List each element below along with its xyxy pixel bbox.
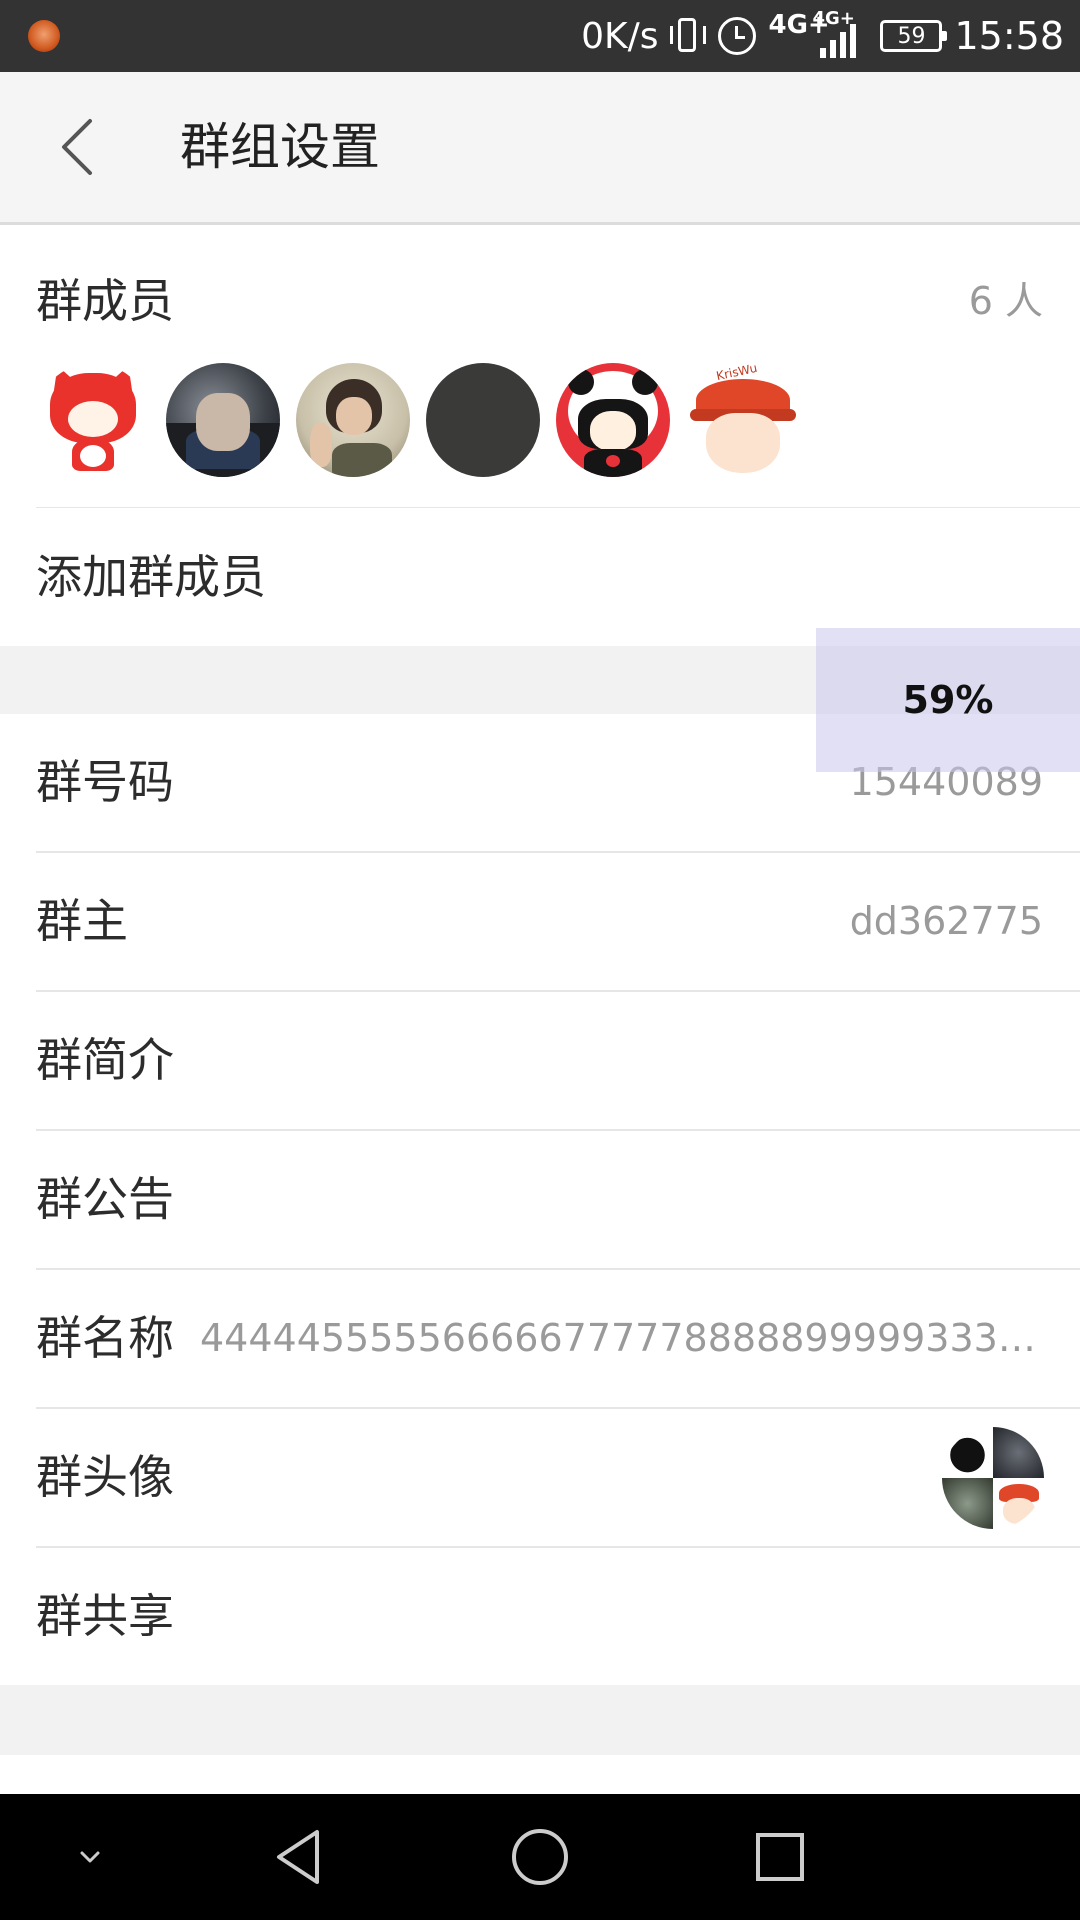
nav-recents-button[interactable] [735,1794,825,1920]
member-avatar-list: KrisWu [36,363,800,477]
page-title: 群组设置 [180,118,380,176]
progress-percent: 59% [902,678,994,722]
title-bar: 群组设置 [0,72,1080,225]
net-speed: 0K/s [581,15,659,57]
group-intro-label: 群简介 [36,1033,174,1087]
next-row-partial [0,1755,1080,1794]
member-avatar-panda-girl[interactable] [556,363,670,477]
group-owner-value: dd362775 [849,899,1043,943]
clock: 15:58 [954,14,1064,58]
battery-level: 59 [897,23,926,49]
group-notice-row[interactable]: 群公告 [0,1131,1080,1268]
group-members-label: 群成员 [36,274,174,328]
member-avatar-red-cap[interactable]: KrisWu [686,363,800,477]
hide-nav-button[interactable] [60,1794,120,1920]
chevron-down-icon [80,1851,100,1863]
back-button[interactable] [40,107,120,187]
status-indicators: 0K/s 4G+ 4G+ 59 15:58 [581,0,1064,72]
group-name-value: 4444455555666667777788888999993333… [200,1316,1043,1360]
nav-home-button[interactable] [495,1794,585,1920]
group-name-row[interactable]: 群名称 4444455555666667777788888999993333… [0,1270,1080,1407]
group-notice-label: 群公告 [36,1172,174,1226]
add-member-row[interactable]: 添加群成员 [0,508,1080,646]
group-owner-label: 群主 [36,894,128,948]
group-avatar-row[interactable]: 群头像 [0,1409,1080,1546]
chevron-left-icon [62,119,92,175]
group-avatar-label: 群头像 [36,1450,174,1504]
nav-back-button[interactable] [255,1794,345,1920]
navigation-bar [0,1794,1080,1920]
recents-square-icon [756,1833,804,1881]
member-avatar-dark[interactable] [426,363,540,477]
member-avatar-car-photo[interactable] [166,363,280,477]
group-name-label: 群名称 [36,1311,174,1365]
battery-icon: 59 [880,20,948,52]
group-owner-row[interactable]: 群主 dd362775 [0,853,1080,990]
back-triangle-icon [277,1830,319,1884]
add-member-label: 添加群成员 [36,550,266,604]
group-intro-row[interactable]: 群简介 [0,992,1080,1129]
group-number-label: 群号码 [36,755,174,809]
progress-overlay: 59% [816,628,1080,772]
group-share-row[interactable]: 群共享 [0,1548,1080,1685]
section-gap [0,1685,1080,1755]
group-share-label: 群共享 [36,1589,174,1643]
vibrate-icon [670,16,707,56]
status-bar: 0K/s 4G+ 4G+ 59 15:58 [0,0,1080,72]
alarm-icon [718,17,757,55]
member-avatar-fox[interactable] [36,363,150,477]
signal-icon: 4G+ 4G+ [768,8,868,64]
home-circle-icon [512,1829,568,1885]
group-avatar-image[interactable] [942,1427,1044,1529]
member-count: 6 人 [968,279,1043,323]
app-notification-icon [28,20,60,52]
member-avatar-peace-photo[interactable] [296,363,410,477]
